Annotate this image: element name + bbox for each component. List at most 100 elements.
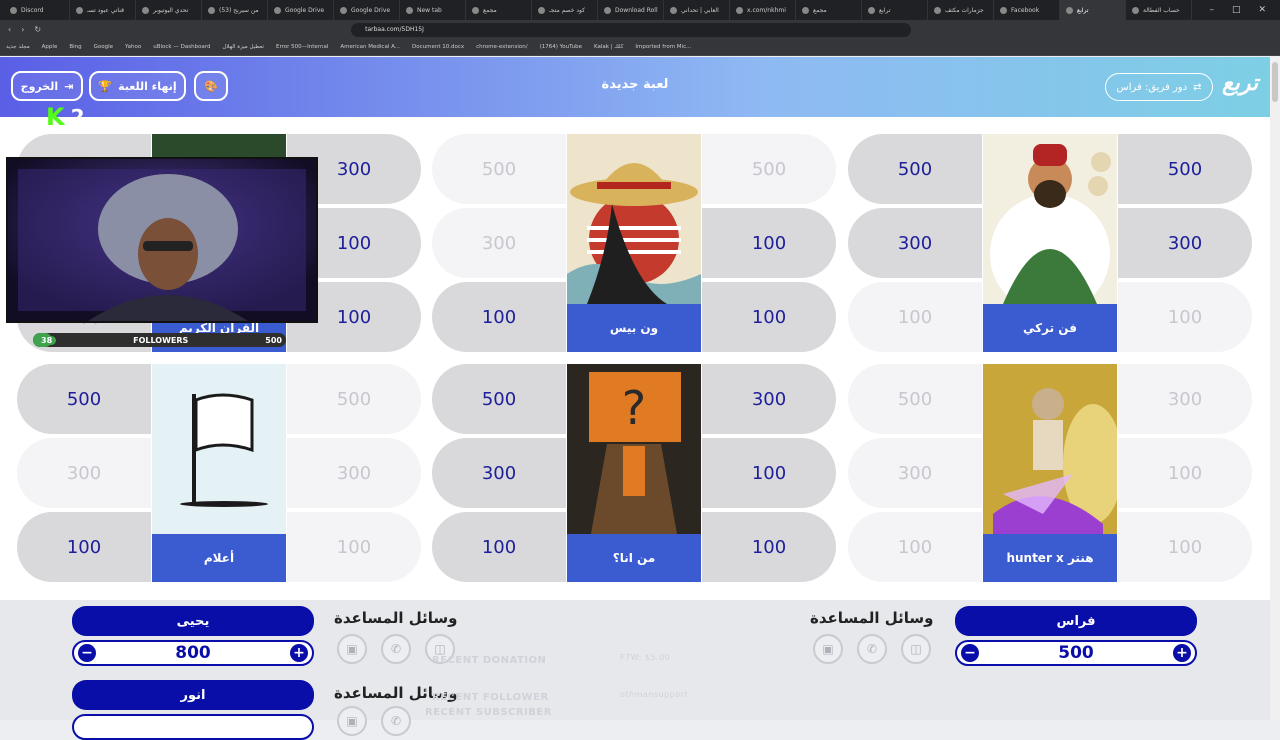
tab-label: مجمع xyxy=(813,6,827,14)
question-value-button[interactable]: 500 xyxy=(1118,134,1252,204)
page-title: لعبة جديدة xyxy=(601,77,669,92)
browser-tab[interactable]: جزمارات مكثف xyxy=(928,0,994,20)
question-value-button[interactable]: 500 xyxy=(17,364,151,434)
browser-tab[interactable]: Discord xyxy=(4,0,70,20)
question-value-button[interactable]: 300 xyxy=(848,438,982,508)
maximize-icon[interactable]: □ xyxy=(1232,5,1241,15)
bookmark-item[interactable]: uBlock — Dashboard xyxy=(153,44,210,50)
scrollbar-thumb[interactable] xyxy=(1272,62,1278,102)
page-scrollbar[interactable] xyxy=(1270,57,1280,720)
browser-tab[interactable]: (53) من سيربح xyxy=(202,0,268,20)
browser-tab[interactable]: New tab xyxy=(400,0,466,20)
question-value-button[interactable]: 100 xyxy=(848,282,982,352)
question-value-button[interactable]: 500 xyxy=(432,134,566,204)
question-value-button[interactable]: 500 xyxy=(848,364,982,434)
question-value-button[interactable]: 100 xyxy=(432,282,566,352)
browser-tab-strip: Discord قناتي عبود تسـ تحدي اليوتيوبر (53) … xyxy=(0,0,1280,20)
browser-tab[interactable]: ترابع xyxy=(862,0,928,20)
browser-tab[interactable]: مجمع xyxy=(796,0,862,20)
tab-label: Google Drive xyxy=(351,6,391,14)
browser-tab[interactable]: العابي | تحداني xyxy=(664,0,730,20)
bookmark-item[interactable]: Apple xyxy=(42,44,58,50)
question-value-button[interactable]: 100 xyxy=(848,512,982,582)
followers-current: 38 xyxy=(37,335,57,345)
tab-favicon-icon xyxy=(868,6,875,14)
window-controls: – □ ✕ xyxy=(1209,5,1280,15)
tab-favicon-icon xyxy=(76,6,83,14)
bookmark-item[interactable]: American Medical A... xyxy=(340,44,400,50)
question-value-button[interactable]: 500 xyxy=(432,364,566,434)
question-value-button[interactable]: 100 xyxy=(702,438,836,508)
question-value-button[interactable]: 300 xyxy=(848,208,982,278)
minimize-icon[interactable]: – xyxy=(1209,5,1214,15)
double-aid-icon[interactable]: ◫ xyxy=(901,634,931,664)
question-value-button[interactable]: 100 xyxy=(287,512,421,582)
bookmark-item[interactable]: Bing xyxy=(69,44,81,50)
question-value-button[interactable]: 500 xyxy=(287,364,421,434)
browser-tab[interactable]: تحدي اليوتيوبر xyxy=(136,0,202,20)
decrease-score-button[interactable]: − xyxy=(78,644,96,662)
url-field[interactable]: tarbaa.com/5DH15J xyxy=(351,22,912,37)
category-group: 500 500 300 300 100 100 فن تركي xyxy=(848,134,1252,352)
question-value-button[interactable]: 500 xyxy=(848,134,982,204)
question-value-button[interactable]: 300 xyxy=(1118,364,1252,434)
question-value-button[interactable]: 100 xyxy=(702,282,836,352)
browser-tab[interactable]: ترابع xyxy=(1060,0,1126,20)
close-icon[interactable]: ✕ xyxy=(1258,5,1266,15)
image-aid-icon[interactable]: ▣ xyxy=(337,706,367,736)
recent-subscriber-label: RECENT SUBSCRIBER xyxy=(425,707,552,718)
aids-title: وسائل المساعدة xyxy=(334,609,458,627)
question-value-button[interactable]: 300 xyxy=(702,364,836,434)
question-value-button[interactable]: 100 xyxy=(17,512,151,582)
question-value-button[interactable]: 100 xyxy=(1118,438,1252,508)
increase-score-button[interactable]: + xyxy=(1173,644,1191,662)
question-value-button[interactable]: 100 xyxy=(1118,512,1252,582)
question-value-button[interactable]: 300 xyxy=(1118,208,1252,278)
bookmark-item[interactable]: مجلد جديد xyxy=(6,44,30,50)
question-value-button[interactable]: 500 xyxy=(702,134,836,204)
bookmark-item[interactable]: Imported from Mic... xyxy=(635,44,691,50)
bookmark-item[interactable]: Google xyxy=(94,44,113,50)
category-group: 500 500 300 100 100 100 ون بيس xyxy=(432,134,836,352)
phone-aid-icon[interactable]: ✆ xyxy=(857,634,887,664)
team-score-yahya: − 800 + xyxy=(72,640,314,666)
back-icon[interactable]: ‹ xyxy=(8,25,11,34)
question-value-button[interactable]: 100 xyxy=(432,512,566,582)
browser-tab[interactable]: مجمع xyxy=(466,0,532,20)
bookmark-item[interactable]: تعطيل ميزة الهلال xyxy=(222,44,264,50)
bookmark-item[interactable]: Kalak | كلك xyxy=(594,44,623,50)
increase-score-button[interactable]: + xyxy=(290,644,308,662)
address-bar-row: ‹ › ↻ tarbaa.com/5DH15J xyxy=(0,20,1280,39)
image-aid-icon[interactable]: ▣ xyxy=(337,634,367,664)
browser-tab[interactable]: كود خصم متجـ xyxy=(532,0,598,20)
browser-tab[interactable]: Google Drive xyxy=(334,0,400,20)
browser-tab[interactable]: x.com/nkhmi xyxy=(730,0,796,20)
browser-tab[interactable]: Facebook xyxy=(994,0,1060,20)
question-value-button[interactable]: 100 xyxy=(1118,282,1252,352)
bookmarks-bar: مجلد جديد Apple Bing Google Yahoo uBlock — Da… xyxy=(0,39,1280,56)
browser-tab[interactable]: حساب الفطالة xyxy=(1126,0,1192,20)
question-value-button[interactable]: 300 xyxy=(432,438,566,508)
turn-indicator-button[interactable]: دور فريق: فراس ⇄ xyxy=(1105,73,1213,101)
reload-icon[interactable]: ↻ xyxy=(34,25,41,34)
question-value-button[interactable]: 100 xyxy=(702,512,836,582)
decrease-score-button[interactable]: − xyxy=(961,644,979,662)
tab-label: العابي | تحداني xyxy=(681,6,719,14)
bookmark-item[interactable]: Error 500—Internal xyxy=(276,44,328,50)
browser-tab[interactable]: Download Roll xyxy=(598,0,664,20)
team-name-anwar: انور xyxy=(72,680,314,710)
question-value-button[interactable]: 100 xyxy=(702,208,836,278)
bookmark-item[interactable]: Document 10.docx xyxy=(412,44,464,50)
phone-aid-icon[interactable]: ✆ xyxy=(381,706,411,736)
bookmark-item[interactable]: Yahoo xyxy=(125,44,141,50)
phone-aid-icon[interactable]: ✆ xyxy=(381,634,411,664)
question-value-button[interactable]: 300 xyxy=(287,438,421,508)
question-value-button[interactable]: 300 xyxy=(17,438,151,508)
image-aid-icon[interactable]: ▣ xyxy=(813,634,843,664)
browser-tab[interactable]: قناتي عبود تسـ xyxy=(70,0,136,20)
bookmark-item[interactable]: (1764) YouTube xyxy=(540,44,582,50)
question-value-button[interactable]: 300 xyxy=(432,208,566,278)
forward-icon[interactable]: › xyxy=(21,25,24,34)
bookmark-item[interactable]: chrome-extension/ xyxy=(476,44,527,50)
browser-tab[interactable]: Google Drive xyxy=(268,0,334,20)
